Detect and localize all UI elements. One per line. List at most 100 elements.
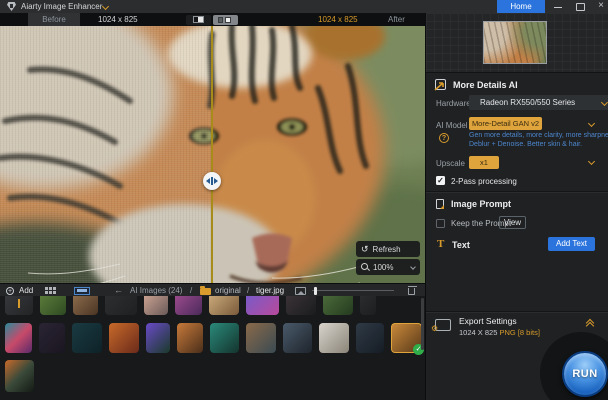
arrow-right-icon bbox=[214, 178, 218, 184]
settings-panel: More Details AI Hardware Radeon RX550/55… bbox=[425, 13, 608, 400]
view-mode-toggle-group bbox=[186, 15, 238, 25]
breadcrumb-root[interactable]: AI Images (24) bbox=[130, 284, 182, 297]
side-by-side-view-toggle[interactable] bbox=[213, 15, 238, 25]
thumbnail-toucan[interactable] bbox=[5, 360, 34, 392]
thumbnail-dark-mountain[interactable] bbox=[283, 323, 312, 353]
export-expand-button[interactable] bbox=[587, 320, 593, 326]
document-icon bbox=[436, 199, 444, 209]
breadcrumb-separator: / bbox=[247, 284, 249, 297]
thumbnail-dark-partial[interactable] bbox=[360, 296, 376, 315]
more-details-ai-header: More Details AI bbox=[435, 79, 518, 90]
section-title: Image Prompt bbox=[451, 199, 511, 209]
enhance-icon bbox=[435, 79, 446, 90]
export-format: PNG bbox=[499, 328, 515, 337]
thumbnail-dark-eagle[interactable] bbox=[286, 296, 316, 315]
folder-icon bbox=[200, 288, 211, 295]
text-icon: T bbox=[437, 239, 444, 250]
before-grain-overlay bbox=[0, 26, 212, 283]
section-title: More Details AI bbox=[453, 80, 518, 90]
thumbnail-orange-room[interactable] bbox=[109, 323, 139, 353]
thumbnail-parrot-woman[interactable] bbox=[5, 323, 32, 353]
help-icon[interactable]: ? bbox=[439, 133, 449, 143]
thumbnail-dark-marked[interactable] bbox=[5, 296, 33, 315]
thumbnail-grid: ✓ bbox=[0, 296, 425, 400]
thumbnail-green-frog-2[interactable] bbox=[323, 296, 353, 315]
trash-icon[interactable] bbox=[408, 288, 415, 295]
thumbnail-scrollbar[interactable] bbox=[421, 298, 424, 350]
close-button[interactable]: × bbox=[593, 0, 608, 13]
thumbnail-green-frog[interactable] bbox=[40, 296, 66, 315]
before-tab[interactable]: Before bbox=[28, 13, 80, 26]
app-logo-icon bbox=[7, 2, 16, 11]
handle-bar-icon bbox=[211, 177, 213, 185]
divider bbox=[426, 191, 608, 192]
export-settings-title: Export Settings bbox=[459, 316, 517, 326]
thumbnail-jellyfish[interactable] bbox=[146, 323, 170, 353]
keep-prompt-checkbox[interactable] bbox=[436, 219, 445, 228]
thumbnail-teal-moth[interactable] bbox=[210, 323, 239, 353]
image-thumbnail-preview[interactable] bbox=[483, 21, 547, 64]
thumbnail-woman-portrait[interactable] bbox=[144, 296, 168, 315]
preview-area bbox=[426, 13, 608, 73]
after-size-label: 1024 x 825 bbox=[318, 13, 358, 26]
zoom-control[interactable]: 100% bbox=[356, 259, 420, 275]
minimize-button[interactable] bbox=[550, 0, 566, 13]
ai-model-select[interactable]: More-Detail GAN v2 bbox=[469, 117, 542, 130]
breadcrumb-folder[interactable]: original bbox=[215, 284, 241, 297]
thumbnail-row bbox=[5, 360, 425, 392]
refresh-icon: ↺ bbox=[361, 245, 369, 254]
after-tab[interactable]: After bbox=[388, 13, 405, 26]
compare-split-line bbox=[211, 26, 213, 283]
thumbnail-brown-arch[interactable] bbox=[73, 296, 98, 315]
hardware-select[interactable]: Radeon RX550/550 Series bbox=[469, 95, 608, 110]
thumbnail-old-man[interactable] bbox=[177, 323, 203, 353]
app-title: Aiarty Image Enhancer bbox=[21, 2, 102, 11]
ai-model-chevron-icon[interactable] bbox=[588, 120, 595, 127]
image-prompt-header: Image Prompt bbox=[436, 199, 511, 209]
thumbnail-dark-scene[interactable] bbox=[105, 296, 137, 315]
home-button[interactable]: Home bbox=[497, 0, 545, 13]
view-prompt-button[interactable]: View bbox=[499, 216, 526, 229]
split-view-toggle[interactable] bbox=[186, 15, 211, 25]
thumbnail-tan-monkey[interactable] bbox=[209, 296, 239, 315]
two-pass-checkbox[interactable]: ✓ bbox=[436, 176, 445, 185]
thumbnail-teal-panel[interactable] bbox=[72, 323, 102, 353]
titlebar: Aiarty Image Enhancer Home × bbox=[0, 0, 608, 13]
zoom-level: 100% bbox=[373, 263, 393, 272]
viewer-controls: ↺ Refresh 100% bbox=[356, 241, 420, 277]
grid-view-button[interactable] bbox=[45, 287, 56, 294]
breadcrumb-separator: / bbox=[190, 284, 192, 297]
thumbnail-purple-flowers[interactable] bbox=[175, 296, 202, 315]
add-button[interactable]: Add bbox=[19, 284, 33, 297]
maximize-button[interactable] bbox=[572, 0, 588, 13]
thumbnail-icon-grid[interactable] bbox=[39, 323, 65, 353]
magnifier-icon bbox=[361, 263, 369, 271]
divider bbox=[426, 311, 608, 312]
filmstrip-view-button[interactable] bbox=[74, 287, 90, 295]
model-description-line1: Gen more details, more clarity, more sha… bbox=[469, 132, 608, 139]
thumbnail-tiger-selected[interactable]: ✓ bbox=[391, 323, 422, 353]
breadcrumb-file: tiger.jpg bbox=[256, 284, 284, 297]
model-description-line2: Deblur + Denoise. Better skin & hair. bbox=[469, 141, 582, 148]
thumbnail-skydiver[interactable] bbox=[356, 323, 384, 353]
back-arrow-button[interactable]: ← bbox=[114, 284, 123, 297]
upscale-select[interactable]: x1 bbox=[469, 156, 499, 169]
image-viewer: ↺ Refresh 100% bbox=[0, 26, 425, 283]
thumbnail-purple-coral[interactable] bbox=[246, 296, 279, 315]
side-by-side-icon bbox=[218, 17, 223, 23]
thumbnail-framed-photo[interactable] bbox=[319, 323, 349, 353]
add-text-button[interactable]: Add Text bbox=[548, 237, 595, 251]
side-by-side-icon-right bbox=[225, 17, 231, 23]
slider-handle[interactable] bbox=[314, 287, 317, 295]
run-button[interactable]: RUN bbox=[562, 351, 608, 397]
thumbnail-mountain-house[interactable] bbox=[246, 323, 276, 353]
compare-split-handle[interactable] bbox=[203, 172, 221, 190]
app-menu-chevron-icon[interactable] bbox=[102, 3, 109, 10]
export-size: 1024 X 825 bbox=[459, 328, 497, 337]
upscale-chevron-icon[interactable] bbox=[588, 158, 595, 165]
thumbnail-size-slider[interactable] bbox=[312, 290, 394, 291]
refresh-button[interactable]: ↺ Refresh bbox=[356, 241, 420, 257]
export-bits: [8 bits] bbox=[518, 328, 540, 337]
text-label: Text bbox=[452, 240, 470, 250]
add-icon: + bbox=[6, 287, 14, 295]
